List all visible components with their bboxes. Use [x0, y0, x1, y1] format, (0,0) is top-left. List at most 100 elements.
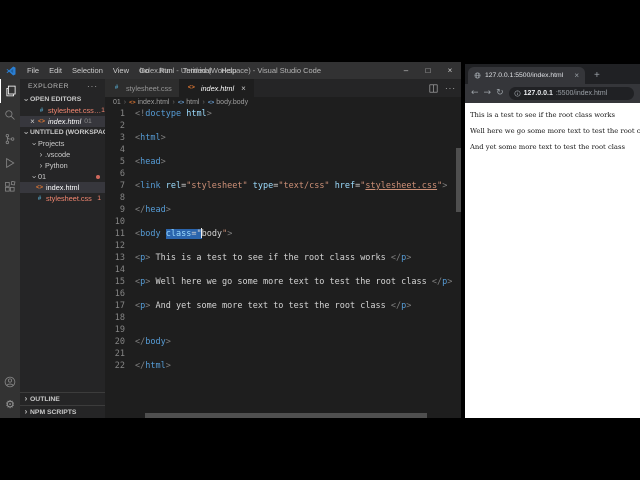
code-line-6[interactable]: 6 — [105, 168, 456, 180]
code-line-18[interactable]: 18 — [105, 312, 456, 324]
html-file-icon: <> — [37, 118, 45, 125]
run-debug-icon[interactable] — [0, 151, 20, 175]
line-number: 16 — [114, 289, 125, 299]
open-editor-item[interactable]: # stylesheet.css… 1 — [20, 105, 105, 116]
code-line-5[interactable]: 5 <head> — [105, 156, 456, 168]
tab-stylesheet-css[interactable]: # stylesheet.css — [105, 79, 180, 97]
reload-icon[interactable]: ↻ — [496, 89, 504, 98]
tab-index-html[interactable]: <> index.html × — [179, 79, 254, 97]
vertical-scrollbar[interactable] — [456, 148, 461, 212]
section-outline[interactable]: › OUTLINE — [20, 392, 105, 405]
more-actions-icon[interactable]: ··· — [445, 84, 456, 93]
file-detail: 01 — [84, 118, 92, 125]
forward-icon[interactable]: → — [484, 89, 492, 98]
tree-item-index-html[interactable]: <> index.html — [20, 182, 105, 193]
line-number: 1 — [119, 109, 125, 119]
chevron-right-icon: › — [39, 149, 43, 159]
code-line-4[interactable]: 4 — [105, 144, 456, 156]
open-editors-section[interactable]: › OPEN EDITORS — [20, 94, 105, 105]
back-icon[interactable]: ← — [471, 89, 479, 98]
section-label: NPM SCRIPTS — [30, 408, 77, 416]
horizontal-scrollbar[interactable] — [145, 413, 427, 418]
css-file-icon: # — [39, 107, 44, 114]
code-editor[interactable]: 1 <!doctype html> 2 3 <html> 4 5 <head> 6 7 <link … — [105, 108, 456, 372]
site-info-icon[interactable] — [514, 90, 521, 97]
code-line-21[interactable]: 21 — [105, 348, 456, 360]
code-line-8[interactable]: 8 — [105, 192, 456, 204]
line-number: 21 — [114, 349, 125, 359]
code-line-3[interactable]: 3 <html> — [105, 132, 456, 144]
vscode-window: File Edit Selection View Go Run Terminal Help i… — [0, 62, 461, 418]
tree-item--vscode[interactable]: › .vscode — [20, 149, 105, 160]
code-line-17[interactable]: 17 <p> And yet some more text to test the… — [105, 300, 456, 312]
code-line-13[interactable]: 13 <p> This is a test to see if the root … — [105, 252, 456, 264]
symbol-icon: <> — [177, 99, 185, 106]
menu-view[interactable]: View — [108, 66, 134, 75]
tabs-container: # stylesheet.css <> index.html × — [105, 79, 254, 97]
new-tab-icon[interactable]: + — [594, 71, 600, 81]
code-line-20[interactable]: 20 </body> — [105, 336, 456, 348]
window-controls: – □ × — [395, 62, 461, 79]
code-line-1[interactable]: 1 <!doctype html> — [105, 108, 456, 120]
code-line-19[interactable]: 19 — [105, 324, 456, 336]
close-icon[interactable]: × — [439, 62, 461, 79]
tree-item-stylesheet-css[interactable]: # stylesheet.css 1 — [20, 193, 105, 204]
menu-selection[interactable]: Selection — [67, 66, 108, 75]
minimize-icon[interactable]: – — [395, 62, 417, 79]
code-line-14[interactable]: 14 — [105, 264, 456, 276]
open-editor-item[interactable]: × <> index.html 01 — [20, 116, 105, 127]
breadcrumb-item[interactable]: html — [186, 99, 199, 106]
code-line-9[interactable]: 9 </head> — [105, 204, 456, 216]
breadcrumb-item[interactable]: body.body — [216, 99, 248, 106]
split-editor-icon[interactable] — [429, 84, 438, 93]
workspace-section[interactable]: › UNTITLED (WORKSPACE) — [20, 127, 105, 138]
settings-icon[interactable]: ⚙ — [0, 393, 20, 415]
close-icon[interactable]: × — [28, 117, 37, 126]
address-bar[interactable]: 127.0.0.1:5500/index.html — [508, 87, 634, 100]
code-line-10[interactable]: 10 — [105, 216, 456, 228]
line-number: 22 — [114, 361, 125, 371]
tree-item-01[interactable]: › 01 — [20, 171, 105, 182]
section-npm-scripts[interactable]: › NPM SCRIPTS — [20, 405, 105, 418]
search-icon[interactable] — [0, 103, 20, 127]
problem-badge: 1 — [97, 195, 101, 202]
chevron-right-icon: › — [39, 160, 43, 170]
code-line-12[interactable]: 12 — [105, 240, 456, 252]
menu-edit[interactable]: Edit — [44, 66, 67, 75]
activity-bar-bottom: ⚙ — [0, 371, 20, 415]
code-line-16[interactable]: 16 — [105, 288, 456, 300]
code-line-15[interactable]: 15 <p> Well here we go some more text to … — [105, 276, 456, 288]
sidebar-bottom-sections: › OUTLINE › NPM SCRIPTS — [20, 392, 105, 418]
code-line-22[interactable]: 22 </html> — [105, 360, 456, 372]
breadcrumb-separator-icon: › — [202, 99, 205, 106]
page-paragraph: This is a test to see if the root class … — [470, 111, 615, 119]
line-number: 20 — [114, 337, 125, 347]
menu-file[interactable]: File — [22, 66, 44, 75]
more-actions-icon[interactable]: ··· — [87, 82, 98, 91]
browser-tab[interactable]: 127.0.0.1:5500/index.html × — [468, 67, 585, 84]
tab-label: index.html — [200, 83, 235, 93]
explorer-header: EXPLORER — [28, 83, 70, 90]
maximize-icon[interactable]: □ — [417, 62, 439, 79]
browser-tabstrip: 127.0.0.1:5500/index.html × + — [465, 64, 640, 84]
code-line-7[interactable]: 7 <link rel="stylesheet" type="text/css" … — [105, 180, 456, 192]
tab-close-icon[interactable]: × — [574, 71, 579, 80]
explorer-icon[interactable] — [0, 79, 20, 103]
file-tree: › Projects › .vscode › Python › 01 <> index.html #… — [20, 138, 105, 204]
breadcrumb-item[interactable]: index.html — [138, 99, 170, 106]
tab-close-icon[interactable]: × — [241, 84, 246, 93]
vscode-logo-icon — [6, 66, 16, 75]
code-line-2[interactable]: 2 — [105, 120, 456, 132]
breadcrumb-item[interactable]: 01 — [113, 99, 121, 106]
line-number: 11 — [114, 229, 125, 239]
extensions-icon[interactable] — [0, 175, 20, 199]
breadcrumb-separator-icon: › — [123, 99, 127, 106]
url-host: 127.0.0.1 — [523, 90, 553, 97]
line-number: 13 — [114, 253, 125, 263]
source-control-icon[interactable] — [0, 127, 20, 151]
code-line-11[interactable]: 11 <body class="body"> — [105, 228, 456, 240]
tree-item-projects[interactable]: › Projects — [20, 138, 105, 149]
tree-item-python[interactable]: › Python — [20, 160, 105, 171]
account-icon[interactable] — [0, 371, 20, 393]
breadcrumb: 01 › <> index.html › <> html › <> body.body — [105, 97, 461, 108]
